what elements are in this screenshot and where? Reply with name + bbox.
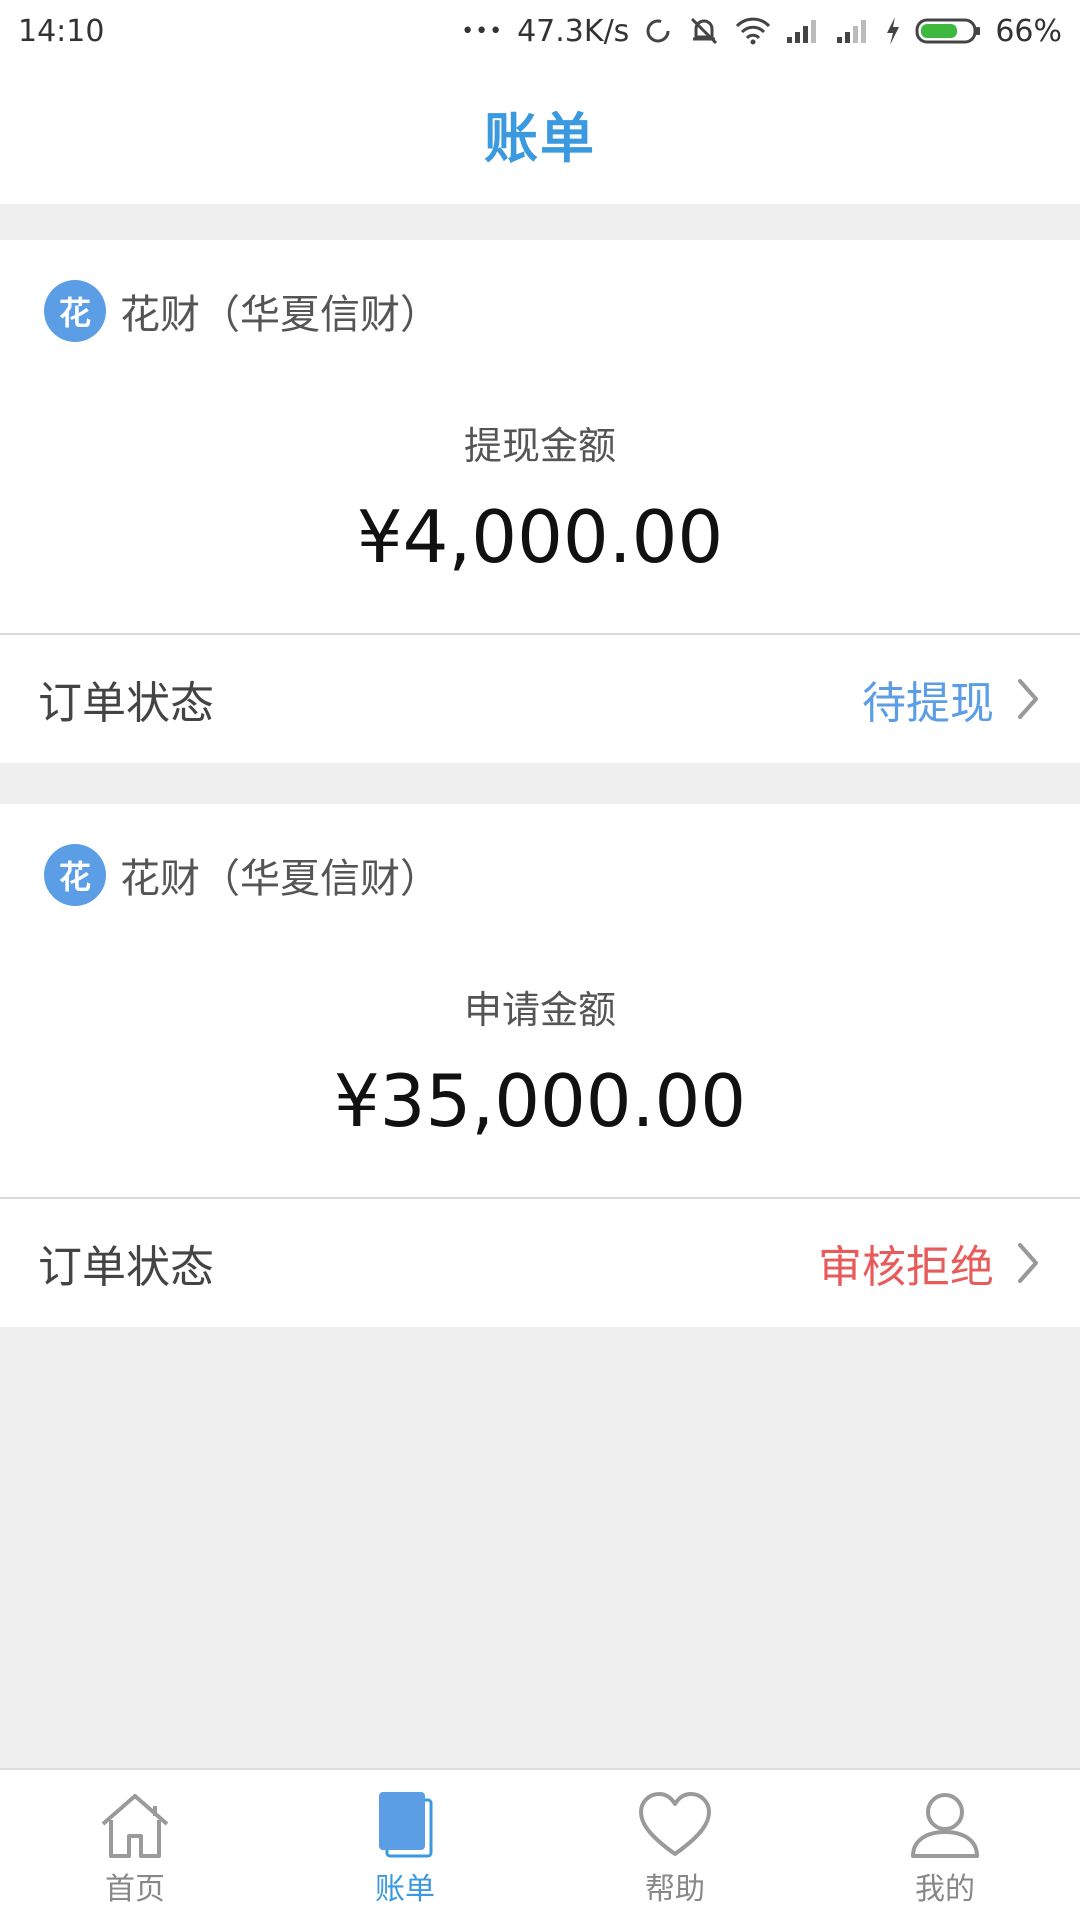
lender-name: 花财（华夏信财）: [120, 292, 440, 338]
order-card: 花 花财（华夏信财） 申请金额 ¥35,000.00 订单状态 审核拒绝: [0, 804, 1080, 1327]
lender-logo-icon: 花: [44, 280, 106, 342]
more-dots-icon: •••: [461, 18, 504, 44]
order-status-row[interactable]: 订单状态 待提现: [0, 635, 1080, 763]
order-card: 花 花财（华夏信财） 提现金额 ¥4,000.00 订单状态 待提现: [0, 240, 1080, 763]
amount-label: 申请金额: [463, 988, 616, 1032]
user-icon: [911, 1793, 979, 1858]
amount-value: ¥4,000.00: [356, 495, 724, 579]
mute-bell-icon: [691, 17, 718, 45]
tab-profile-label: 我的: [915, 1872, 975, 1907]
tab-bill[interactable]: 账单: [270, 1770, 540, 1920]
tab-help[interactable]: 帮助: [540, 1770, 810, 1920]
bill-icon: [379, 1792, 433, 1858]
bottom-tab-bar: 首页 账单 帮助 我的: [0, 1768, 1080, 1920]
sync-icon: [646, 19, 670, 43]
wifi-icon: [736, 17, 771, 45]
charging-icon: [887, 17, 900, 45]
order-status-label: 订单状态: [38, 678, 214, 729]
signal-icon-2: [837, 20, 867, 43]
lender-info: 花 花财（华夏信财）: [44, 280, 440, 342]
status-bar: 14:10 ••• 47.3K/s 66%: [0, 0, 1080, 62]
order-card-summary: 花 花财（华夏信财） 申请金额 ¥35,000.00: [0, 804, 1080, 1199]
signal-icon: [787, 20, 817, 43]
tab-profile[interactable]: 我的: [810, 1770, 1080, 1920]
amount-value: ¥35,000.00: [333, 1059, 747, 1143]
tab-bill-label: 账单: [375, 1872, 435, 1907]
order-status-label: 订单状态: [38, 1242, 214, 1293]
order-status-link[interactable]: 审核拒绝: [818, 1231, 1040, 1295]
order-card-summary: 花 花财（华夏信财） 提现金额 ¥4,000.00: [0, 240, 1080, 635]
lender-info: 花 花财（华夏信财）: [44, 844, 440, 906]
net-speed: 47.3K/s: [517, 13, 630, 49]
lender-name: 花财（华夏信财）: [120, 856, 440, 902]
lender-logo-icon: 花: [44, 844, 106, 906]
tab-home-label: 首页: [105, 1872, 165, 1907]
heart-icon: [639, 1792, 711, 1856]
battery-icon: [915, 18, 981, 44]
home-icon: [101, 1794, 169, 1858]
status-icons: ••• 47.3K/s 66%: [461, 14, 1062, 49]
chevron-right-icon: [1018, 679, 1038, 719]
chevron-right-icon: [1018, 1243, 1038, 1283]
status-time: 14:10: [18, 13, 105, 49]
order-status-value: 审核拒绝: [818, 1242, 994, 1293]
nav-bar: 账单: [0, 62, 1080, 204]
page-title: 账单: [484, 106, 596, 170]
battery-level: 66%: [995, 13, 1062, 49]
order-status-row[interactable]: 订单状态 审核拒绝: [0, 1199, 1080, 1327]
tab-help-label: 帮助: [645, 1872, 705, 1907]
order-status-value: 待提现: [862, 678, 994, 729]
amount-label: 提现金额: [463, 424, 616, 468]
tab-home[interactable]: 首页: [0, 1770, 270, 1920]
order-status-link[interactable]: 待提现: [862, 667, 1040, 731]
